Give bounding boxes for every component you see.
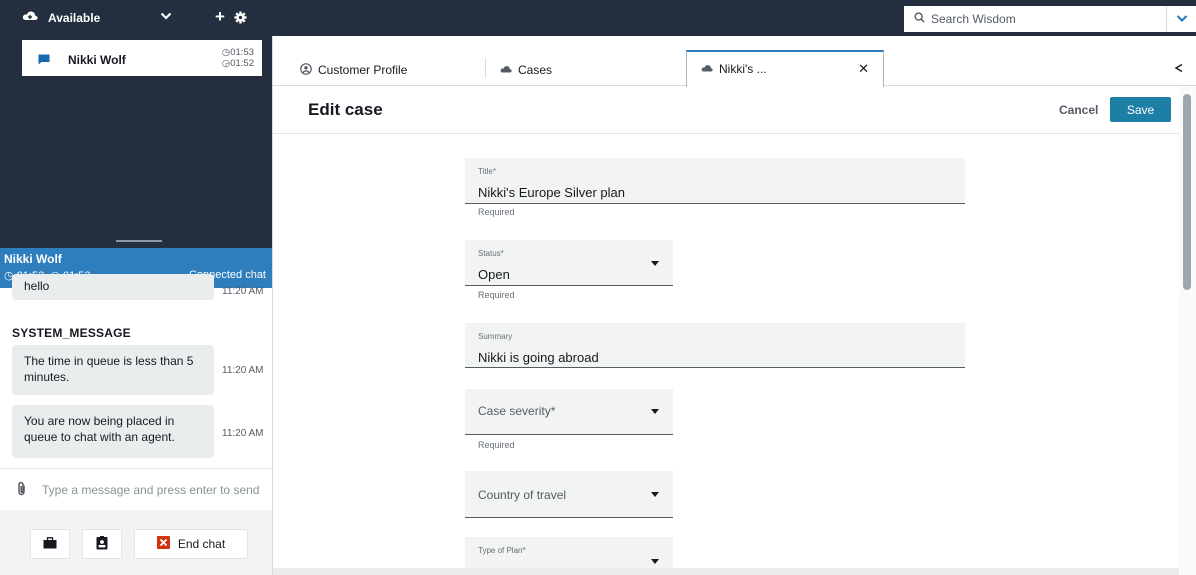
field-placeholder: Case severity* [478,404,556,418]
country-of-travel-select[interactable]: Country of travel [465,471,673,518]
contact-card-icon [96,535,108,553]
attachment-icon[interactable] [16,481,27,500]
save-button[interactable]: Save [1110,97,1171,122]
dropdown-caret-icon [651,492,659,497]
chat-action-bar: End chat [0,510,272,575]
field-value: Nikki's Europe Silver plan [478,185,625,200]
field-label: Status* [478,249,504,258]
contact-details-button[interactable] [82,529,122,559]
cancel-button[interactable]: Cancel [1059,103,1098,117]
chat-icon [38,54,50,68]
agent-status-label: Available [48,10,101,25]
briefcase-icon [43,536,57,552]
tab-cases[interactable]: Cases [500,54,552,86]
quick-connects-button[interactable] [30,529,70,559]
field-label: Summary [478,332,513,341]
tab-customer-profile[interactable]: Customer Profile [300,54,407,86]
message-text: hello [24,279,50,293]
summary-field[interactable]: Summary Nikki is going abroad [465,323,965,368]
chevron-down-icon[interactable] [160,10,172,24]
message-time: 11:20 AM [222,428,264,439]
connected-contact-name: Nikki Wolf [4,252,62,266]
chat-message: hello [12,274,214,300]
tab-nikki-case[interactable]: Nikki's ... ✕ [686,50,884,87]
page-title: Edit case [308,100,383,119]
message-time: 11:20 AM [222,365,264,376]
field-value: Nikki is going abroad [478,350,599,365]
end-chat-button[interactable]: End chat [134,529,248,559]
field-placeholder: Country of travel [478,488,567,502]
field-value: Open [478,267,510,282]
field-helper-text: Required [478,440,515,450]
contact-card[interactable]: Nikki Wolf ◷01:53 ◶01:52 [22,40,262,76]
field-label: Title* [478,167,496,176]
close-icon[interactable]: ✕ [858,61,869,77]
end-chat-icon [156,536,170,552]
chat-transcript: hello 11:20 AM SYSTEM_MESSAGE The time i… [0,274,272,468]
field-label: Type of Plan* [478,546,526,555]
horizontal-scrollbar[interactable] [273,568,1179,575]
message-text: The time in queue is less than 5 minutes… [24,354,194,384]
edit-case-form: Title* Nikki's Europe Silver plan Requir… [273,135,1179,575]
wisdom-search-input[interactable]: Search Wisdom [904,6,1166,32]
field-helper-text: Required [478,290,515,300]
agent-status-dropdown[interactable]: Available [22,10,100,25]
message-text: You are now being placed in queue to cha… [24,414,175,444]
tab-label: Cases [518,63,553,77]
tab-label: Customer Profile [318,63,408,77]
cloud-status-icon [22,10,38,25]
vertical-scrollbar-thumb[interactable] [1183,94,1191,290]
end-chat-label: End chat [177,537,226,551]
field-helper-text: Required [478,207,515,217]
add-contact-icon[interactable]: + [215,7,225,27]
dropdown-caret-icon [651,409,659,414]
search-placeholder: Search Wisdom [931,12,1016,26]
edit-case-header: Edit case Cancel Save [273,87,1179,134]
tab-label: Nikki's ... [719,62,767,76]
tab-separator [485,58,486,78]
status-select[interactable]: Status* Open [465,240,673,286]
chat-message: You are now being placed in queue to cha… [12,405,214,458]
search-icon [914,12,925,26]
title-field[interactable]: Title* Nikki's Europe Silver plan [465,158,965,204]
contact-name: Nikki Wolf [68,53,126,67]
active-tab-label-wrap: Nikki's ... [701,62,767,76]
chat-composer[interactable]: Type a message and press enter to send [0,468,272,510]
clock-icon: ◷ [221,47,231,58]
system-message-label: SYSTEM_MESSAGE [12,326,131,340]
contact-total-timer: ◷01:53 [221,47,254,58]
gear-icon[interactable] [234,11,247,27]
contact-list-panel: Nikki Wolf ◷01:53 ◶01:52 [0,36,272,248]
cases-icon [701,62,713,76]
message-time: 11:20 AM [222,286,264,297]
chevron-down-icon [1176,12,1188,26]
dropdown-caret-icon [651,559,659,564]
agent-timer-icon: ◶ [221,58,231,69]
case-severity-select[interactable]: Case severity* [465,389,673,435]
resize-handle[interactable] [116,240,162,242]
top-bar: Available + Search Wisdom [0,0,1196,36]
user-circle-icon [300,62,312,78]
chat-message: The time in queue is less than 5 minutes… [12,345,214,395]
message-input-placeholder: Type a message and press enter to send [42,483,260,497]
dropdown-caret-icon [651,261,659,266]
tab-bar: Customer Profile Cases Nikki's ... ✕ [273,36,1196,87]
cases-icon [500,63,512,77]
collapse-panel-icon[interactable] [1174,62,1184,76]
search-options-dropdown[interactable] [1166,6,1196,32]
contact-agent-timer: ◶01:52 [221,58,254,69]
